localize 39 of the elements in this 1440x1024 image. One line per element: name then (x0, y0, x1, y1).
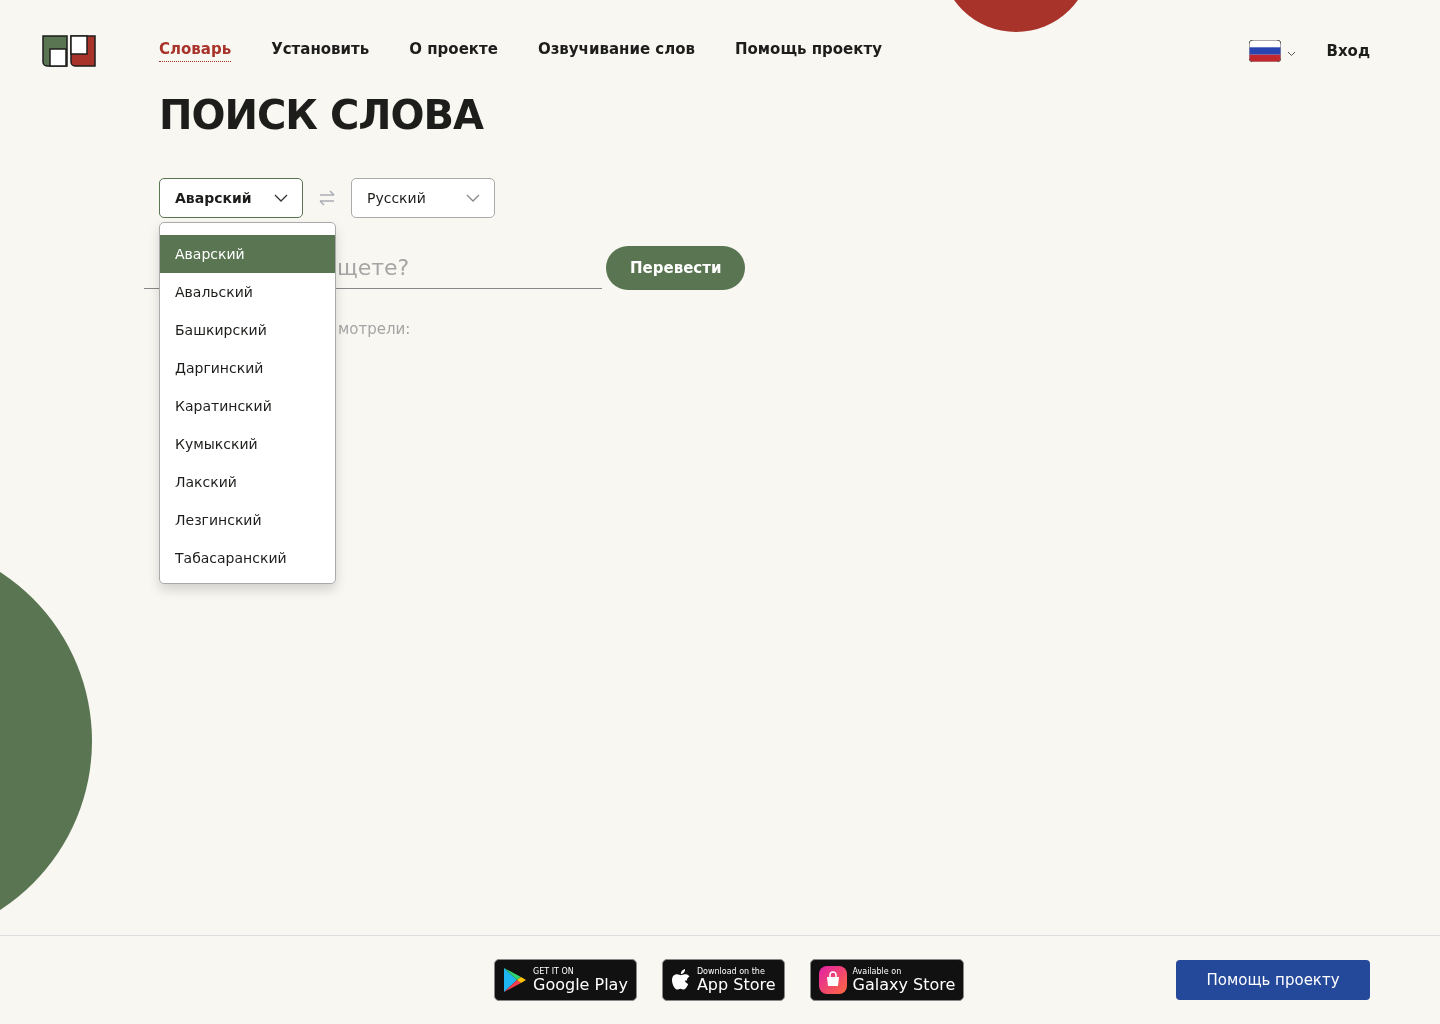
translate-button[interactable]: Перевести (606, 246, 746, 290)
store-name: App Store (696, 975, 776, 994)
nav-link[interactable]: Установить (271, 40, 370, 62)
store-badge[interactable]: GET IT ON Google Play (494, 959, 637, 1001)
nav-link[interactable]: О проекте (409, 40, 498, 62)
language-option[interactable]: Табасаранский (160, 539, 335, 577)
store-badge[interactable]: Download on the App Store (661, 959, 785, 1001)
search-input[interactable]: щете? (335, 247, 602, 289)
language-option[interactable]: Каратинский (160, 387, 335, 425)
source-language-select[interactable]: Аварский (159, 178, 303, 218)
language-option[interactable]: Авальский (160, 273, 335, 311)
language-option[interactable]: Кумыкский (160, 425, 335, 463)
play-triangle-icon (503, 967, 527, 993)
language-option[interactable]: Аварский (160, 235, 335, 273)
store-name: Google Play (533, 975, 628, 994)
language-option[interactable]: Лезгинский (160, 501, 335, 539)
store-badge[interactable]: Available on Galaxy Store (809, 959, 965, 1001)
store-name: Galaxy Store (852, 975, 956, 994)
nav-link[interactable]: Словарь (159, 40, 232, 62)
shopping-bag-icon (818, 966, 847, 994)
chevron-down-icon[interactable] (1287, 50, 1297, 57)
store-caption: Download on the (696, 966, 766, 976)
login-link[interactable]: Вход (1326, 42, 1370, 60)
logo-icon (42, 35, 96, 67)
page-title: ПОИСК СЛОВА (159, 92, 485, 138)
target-language-select[interactable]: Русский (351, 178, 495, 218)
donate-button[interactable]: Помощь проекту (1176, 960, 1370, 1000)
recent-label: мотрели: (338, 320, 412, 338)
store-caption: GET IT ON (533, 966, 575, 976)
chevron-down-icon (274, 194, 288, 202)
language-option[interactable]: Башкирский (160, 311, 335, 349)
chevron-down-icon (466, 194, 480, 202)
language-option[interactable]: Даргинский (160, 349, 335, 387)
nav-link[interactable]: Озвучивание слов (537, 40, 695, 62)
russian-flag-icon[interactable] (1249, 40, 1282, 62)
store-caption: Available on (852, 966, 903, 976)
apple-icon (670, 968, 691, 992)
language-option[interactable]: Лакский (160, 463, 335, 501)
nav-link[interactable]: Помощь проекту (735, 40, 882, 62)
